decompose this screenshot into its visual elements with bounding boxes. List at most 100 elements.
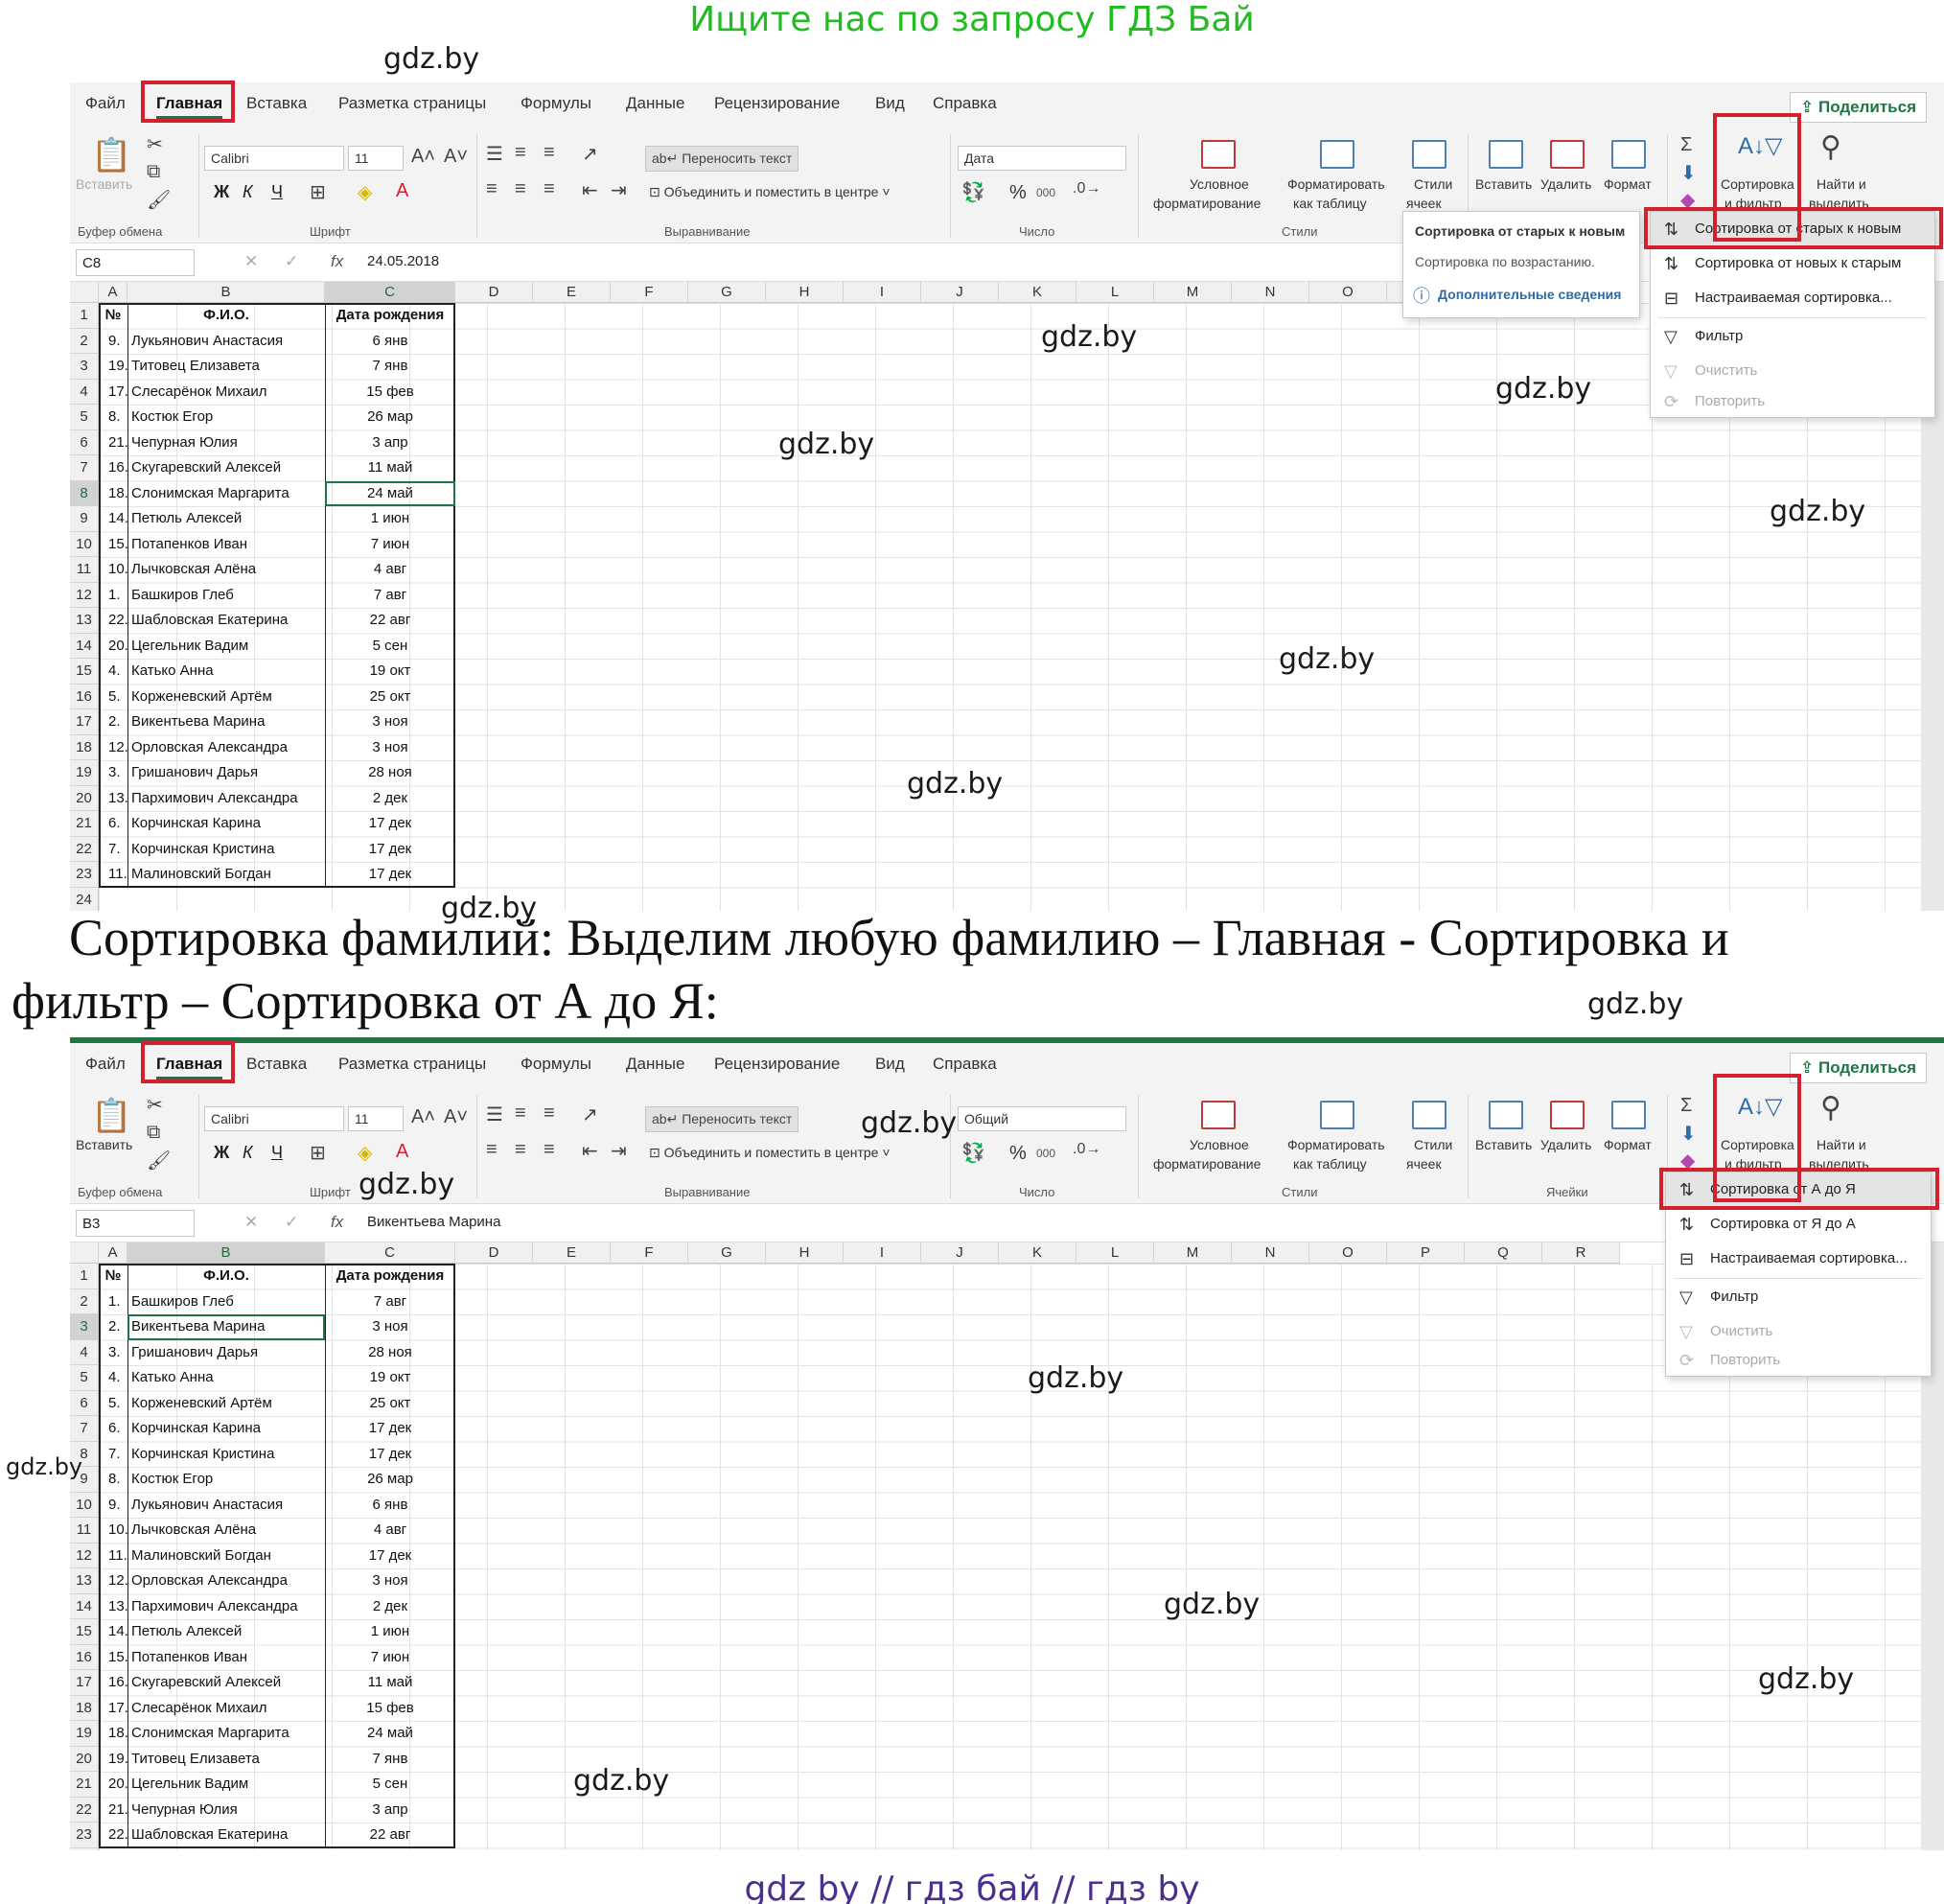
- row-header[interactable]: 22: [70, 836, 99, 862]
- cell-birthdate[interactable]: 5 сен: [325, 634, 455, 659]
- cell-fio[interactable]: Костюк Егор: [131, 1467, 323, 1492]
- cell-fio[interactable]: Корженевский Артём: [131, 685, 323, 709]
- cell-fio[interactable]: Пархимович Александра: [131, 1594, 323, 1619]
- column-header[interactable]: A: [99, 282, 127, 303]
- cell-birthdate[interactable]: 2 дек: [325, 786, 455, 811]
- wrap-text-button[interactable]: ab↵ Переносить текст: [645, 1106, 799, 1132]
- tab-review[interactable]: Рецензирование: [714, 94, 840, 113]
- font-name-select[interactable]: Calibri: [204, 146, 344, 171]
- column-header[interactable]: C: [325, 282, 455, 303]
- cell-birthdate[interactable]: 17 дек: [325, 1442, 455, 1467]
- tab-file[interactable]: Файл: [85, 1055, 126, 1074]
- cell-birthdate[interactable]: 15 фев: [325, 380, 455, 405]
- menu-custom-sort[interactable]: ⊟ Настраиваемая сортировка...: [1666, 1242, 1931, 1276]
- underline-button[interactable]: Ч: [271, 182, 283, 202]
- orientation-icon[interactable]: ↗: [582, 142, 598, 166]
- cell-fio[interactable]: Чепурная Юлия: [131, 1798, 323, 1823]
- row-header[interactable]: 13: [70, 1568, 99, 1594]
- cell-birthdate[interactable]: 26 мар: [325, 405, 455, 430]
- column-header[interactable]: B: [127, 282, 325, 303]
- row-header[interactable]: 23: [70, 1823, 99, 1848]
- column-header[interactable]: D: [455, 282, 533, 303]
- column-header[interactable]: G: [688, 1242, 766, 1264]
- cell-fio[interactable]: Корженевский Артём: [131, 1391, 323, 1416]
- tab-insert[interactable]: Вставка: [246, 94, 307, 113]
- align-middle-icon[interactable]: ≡: [515, 1103, 526, 1125]
- tab-help[interactable]: Справка: [933, 94, 997, 113]
- row-header[interactable]: 17: [70, 1670, 99, 1696]
- cell-birthdate[interactable]: 19 окт: [325, 1365, 455, 1390]
- column-header[interactable]: M: [1154, 282, 1232, 303]
- cell-birthdate[interactable]: 2 дек: [325, 1594, 455, 1619]
- formula-input[interactable]: 24.05.2018: [367, 253, 439, 269]
- help-icon[interactable]: ⓘ: [1413, 283, 1430, 308]
- cell-birthdate[interactable]: 4 авг: [325, 557, 455, 582]
- align-right-icon[interactable]: ≡: [544, 178, 555, 200]
- column-header[interactable]: I: [844, 282, 921, 303]
- italic-button[interactable]: К: [243, 182, 253, 202]
- column-header[interactable]: G: [688, 282, 766, 303]
- paste-icon[interactable]: 📋: [91, 136, 131, 174]
- cell-fio[interactable]: Цегельник Вадим: [131, 1772, 323, 1797]
- row-header[interactable]: 1: [70, 303, 99, 329]
- row-header[interactable]: 9: [70, 506, 99, 532]
- row-header[interactable]: 16: [70, 1644, 99, 1670]
- align-left-icon[interactable]: ≡: [486, 1139, 498, 1161]
- column-header[interactable]: K: [999, 282, 1076, 303]
- paste-icon[interactable]: 📋: [91, 1097, 131, 1135]
- cell-fio[interactable]: Викентьева Марина: [131, 709, 323, 734]
- cell-fio[interactable]: Лычковская Алёна: [131, 1518, 323, 1543]
- tab-data[interactable]: Данные: [626, 1055, 684, 1074]
- cell-fio[interactable]: Башкиров Глеб: [131, 583, 323, 608]
- align-top-icon[interactable]: ☰: [486, 142, 503, 166]
- cell-birthdate[interactable]: 22 авг: [325, 608, 455, 633]
- cell-birthdate[interactable]: 3 ноя: [325, 735, 455, 760]
- tab-data[interactable]: Данные: [626, 94, 684, 113]
- cell-fio[interactable]: Гришанович Дарья: [131, 1340, 323, 1365]
- copy-icon[interactable]: ⧉: [147, 1122, 160, 1144]
- cell-styles-icon[interactable]: [1412, 1101, 1446, 1129]
- conditional-format-icon[interactable]: [1201, 140, 1236, 169]
- row-header[interactable]: 11: [70, 1518, 99, 1544]
- row-header[interactable]: 7: [70, 455, 99, 481]
- enter-icon[interactable]: ✓: [285, 252, 298, 271]
- table-header-num[interactable]: №: [99, 303, 127, 328]
- select-all-corner[interactable]: [70, 282, 99, 303]
- column-header[interactable]: I: [844, 1242, 921, 1264]
- column-header[interactable]: J: [921, 1242, 999, 1264]
- font-color-icon[interactable]: A: [396, 180, 408, 202]
- fill-down-icon[interactable]: ⬇: [1680, 161, 1697, 185]
- indent-increase-icon[interactable]: ⇥: [611, 1139, 627, 1163]
- row-header[interactable]: 14: [70, 633, 99, 659]
- row-header[interactable]: 4: [70, 1339, 99, 1365]
- row-header[interactable]: 3: [70, 354, 99, 380]
- cell-fio[interactable]: Шабловская Екатерина: [131, 1823, 323, 1847]
- column-header[interactable]: Q: [1465, 1242, 1542, 1264]
- grow-font-icon[interactable]: A˄: [411, 146, 435, 168]
- cell-birthdate[interactable]: 7 июн: [325, 532, 455, 557]
- format-as-table-icon[interactable]: [1320, 140, 1354, 169]
- row-header[interactable]: 2: [70, 328, 99, 354]
- cell-birthdate[interactable]: 3 ноя: [325, 709, 455, 734]
- menu-reapply[interactable]: ⟳ Повторить: [1666, 1343, 1931, 1378]
- tab-insert[interactable]: Вставка: [246, 1055, 307, 1074]
- cell-birthdate[interactable]: 3 апр: [325, 1798, 455, 1823]
- column-header[interactable]: A: [99, 1242, 127, 1264]
- borders-icon[interactable]: ⊞: [310, 1141, 326, 1165]
- column-header[interactable]: C: [325, 1242, 455, 1264]
- format-cells-icon[interactable]: [1611, 1101, 1646, 1129]
- cell-fio[interactable]: Костюк Егор: [131, 405, 323, 430]
- column-header[interactable]: H: [766, 1242, 844, 1264]
- cell-fio[interactable]: Титовец Елизавета: [131, 1747, 323, 1772]
- share-button[interactable]: ⇪ Поделиться: [1790, 92, 1927, 123]
- cell-fio[interactable]: Слесарёнок Михаил: [131, 1696, 323, 1721]
- cell-birthdate[interactable]: 3 ноя: [325, 1568, 455, 1593]
- row-header[interactable]: 23: [70, 862, 99, 888]
- cell-birthdate[interactable]: 1 июн: [325, 1619, 455, 1644]
- cell-fio[interactable]: Чепурная Юлия: [131, 430, 323, 455]
- delete-cells-icon[interactable]: [1550, 1101, 1585, 1129]
- row-header[interactable]: 17: [70, 709, 99, 735]
- indent-decrease-icon[interactable]: ⇤: [582, 1139, 598, 1163]
- grow-font-icon[interactable]: A˄: [411, 1106, 435, 1128]
- decimal-increase-icon[interactable]: .0→: [1073, 1141, 1100, 1158]
